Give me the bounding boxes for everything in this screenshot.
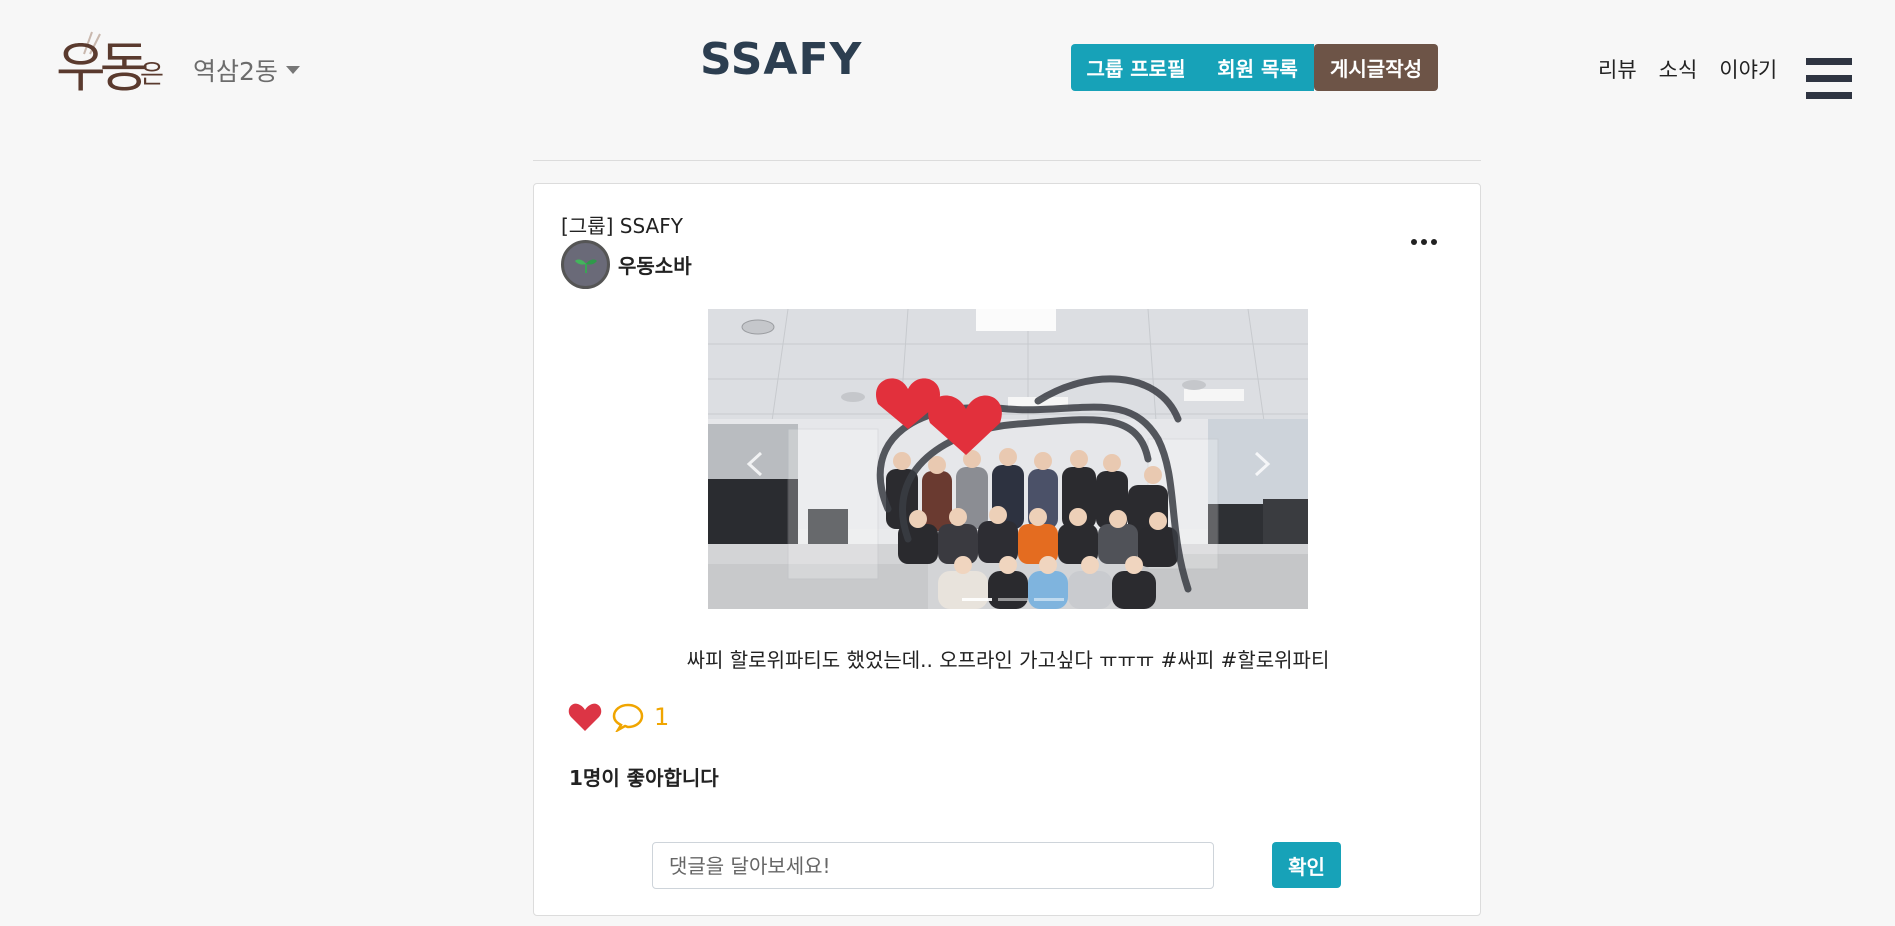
carousel-indicators [962, 598, 1064, 601]
top-header: 우동 은 역삼2동 SSAFY 그룹 프로필 회원 목록 게시글작성 리뷰 소식… [0, 0, 1895, 140]
top-nav: 리뷰 소식 이야기 [1598, 54, 1777, 84]
write-post-button[interactable]: 게시글작성 [1314, 44, 1438, 91]
nav-story[interactable]: 이야기 [1719, 54, 1777, 84]
heart-icon[interactable] [568, 702, 602, 732]
comment-submit-button[interactable]: 확인 [1272, 842, 1341, 888]
avatar[interactable] [561, 240, 610, 289]
post-card: [그룹] SSAFY 우동소바 싸피 할로위파티도 했었는데.. 오프라인 가고… [533, 183, 1481, 916]
post-group-label: [그룹] SSAFY [561, 214, 683, 238]
post-reactions: 1 [568, 702, 669, 732]
location-label: 역삼2동 [193, 57, 278, 86]
comment-input[interactable] [652, 842, 1214, 889]
member-list-button[interactable]: 회원 목록 [1201, 44, 1314, 91]
post-caption: 싸피 할로위파티도 했었는데.. 오프라인 가고싶다 ㅠㅠㅠ #싸피 #할로위파… [686, 648, 1330, 672]
group-title: SSAFY [700, 34, 863, 85]
post-photo-carousel[interactable] [708, 309, 1308, 609]
nav-news[interactable]: 소식 [1659, 54, 1698, 84]
logo-text: 우동 [56, 36, 149, 99]
carousel-indicator[interactable] [1034, 598, 1064, 601]
carousel-indicator[interactable] [998, 598, 1028, 601]
group-action-buttons: 그룹 프로필 회원 목록 게시글작성 [1071, 44, 1438, 91]
header-divider [533, 160, 1481, 161]
location-dropdown[interactable]: 역삼2동 [193, 52, 300, 88]
caret-down-icon [285, 66, 300, 74]
carousel-next-icon[interactable] [1250, 449, 1274, 479]
comment-icon[interactable] [612, 702, 644, 732]
group-photo [708, 309, 1308, 609]
more-options-icon[interactable] [1404, 232, 1444, 252]
group-profile-button[interactable]: 그룹 프로필 [1071, 44, 1201, 91]
carousel-prev-icon[interactable] [743, 449, 767, 479]
carousel-indicator[interactable] [962, 598, 992, 601]
sprout-icon [575, 259, 597, 274]
logo-suffix: 은 [140, 60, 164, 90]
nav-review[interactable]: 리뷰 [1598, 54, 1637, 84]
likes-summary: 1명이 좋아합니다 [569, 766, 719, 790]
post-author[interactable]: 우동소바 [561, 240, 692, 289]
hamburger-menu-icon[interactable] [1806, 58, 1852, 100]
comment-count: 1 [654, 703, 670, 731]
author-name[interactable]: 우동소바 [618, 250, 692, 279]
